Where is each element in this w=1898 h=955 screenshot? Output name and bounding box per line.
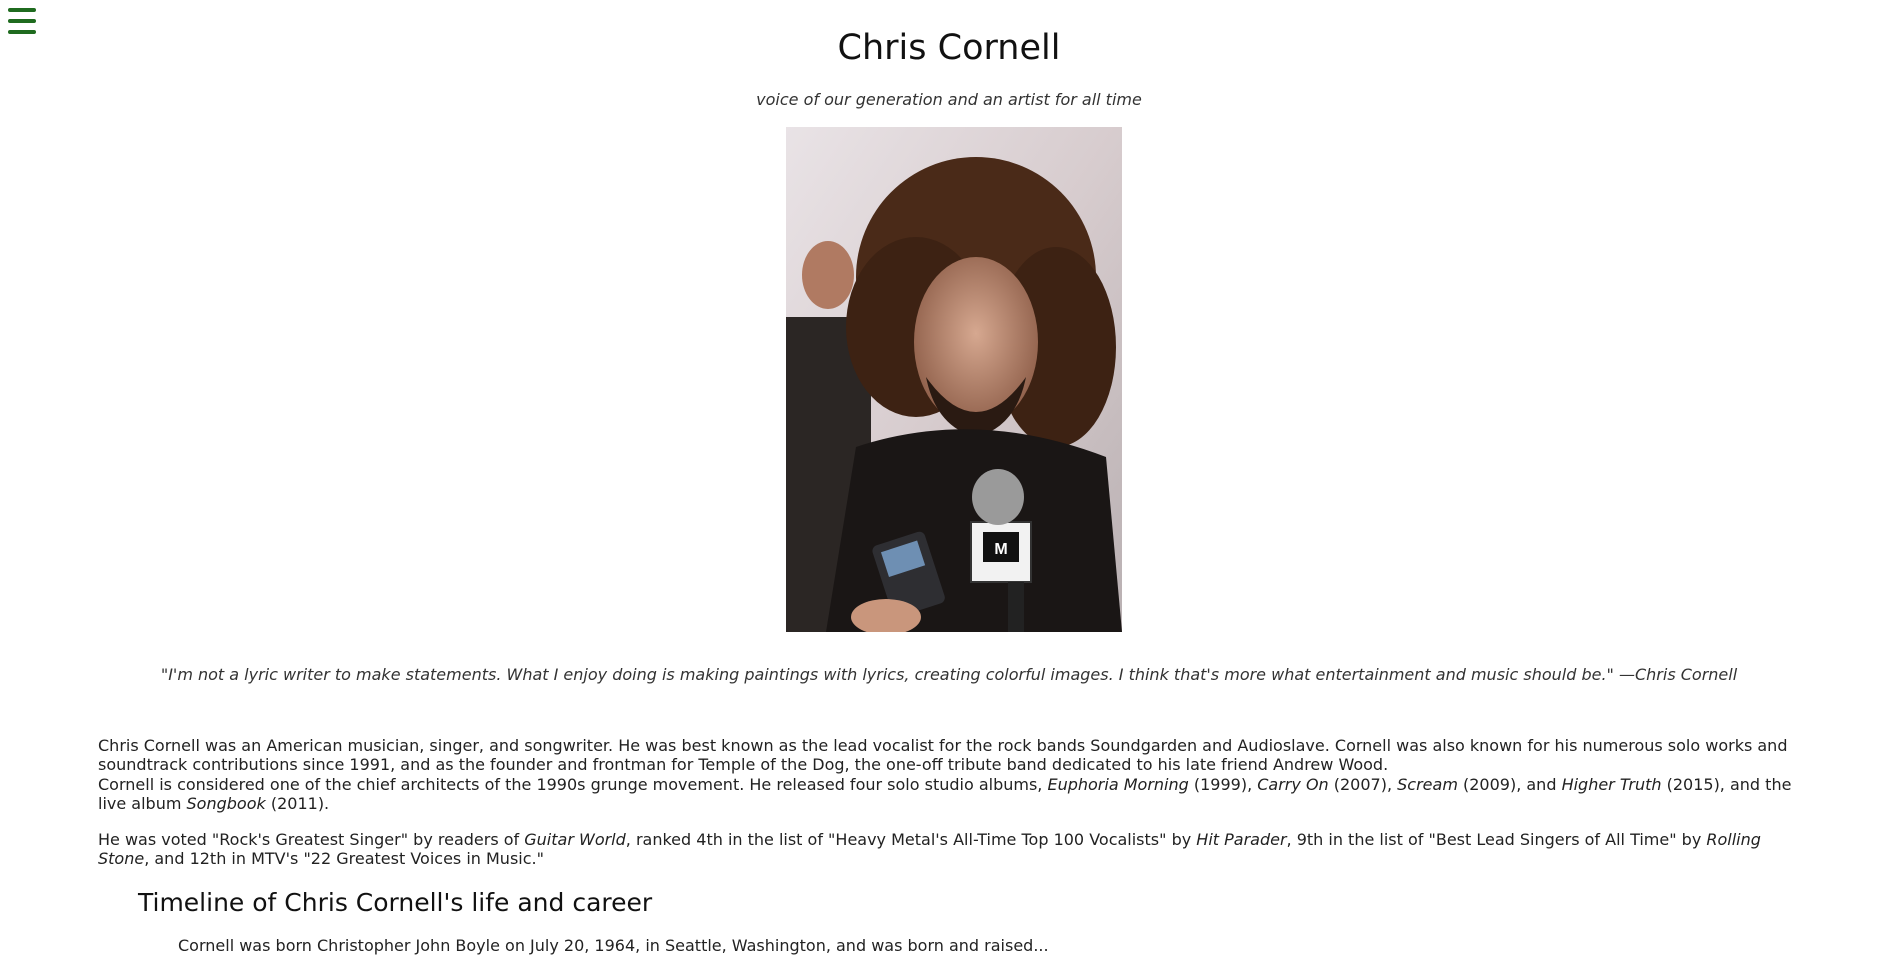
publication-title: Guitar World	[524, 830, 626, 849]
album-title: Scream	[1397, 775, 1458, 794]
publication-title: Hit Parader	[1196, 830, 1287, 849]
quote: "I'm not a lyric writer to make statemen…	[160, 665, 1738, 684]
bio-text: , 9th in the list of "Best Lead Singers …	[1286, 830, 1707, 849]
menu-bar	[8, 8, 36, 12]
bio-paragraph-2: Cornell is considered one of the chief a…	[98, 775, 1798, 813]
album-title: Higher Truth	[1561, 775, 1662, 794]
bio-text: (2007),	[1328, 775, 1398, 794]
bio-text: He was voted "Rock's Greatest Singer" by…	[98, 830, 525, 849]
page-title: Chris Cornell	[837, 28, 1061, 68]
bio-text: , and 12th in MTV's "22 Greatest Voices …	[144, 849, 544, 868]
tagline: voice of our generation and an artist fo…	[756, 90, 1142, 109]
bio-paragraph-3: He was voted "Rock's Greatest Singer" by…	[98, 830, 1798, 868]
bio-text: (2009), and	[1457, 775, 1562, 794]
bio-text: (1999),	[1188, 775, 1258, 794]
bio-text: , ranked 4th in the list of "Heavy Metal…	[625, 830, 1197, 849]
album-title: Carry On	[1257, 775, 1329, 794]
album-title: Songbook	[186, 794, 266, 813]
svg-text:M: M	[994, 541, 1007, 558]
album-title: Euphoria Morning	[1047, 775, 1189, 794]
bio-text: (2011).	[265, 794, 330, 813]
bio-paragraph-1: Chris Cornell was an American musician, …	[98, 736, 1788, 774]
bio-text: Cornell is considered one of the chief a…	[98, 775, 1048, 794]
timeline-item: Cornell was born Christopher John Boyle …	[178, 936, 1049, 955]
menu-bar	[8, 19, 36, 23]
timeline-heading: Timeline of Chris Cornell's life and car…	[138, 888, 653, 917]
portrait-illustration: M	[786, 127, 1122, 632]
portrait-image: M	[786, 127, 1122, 632]
